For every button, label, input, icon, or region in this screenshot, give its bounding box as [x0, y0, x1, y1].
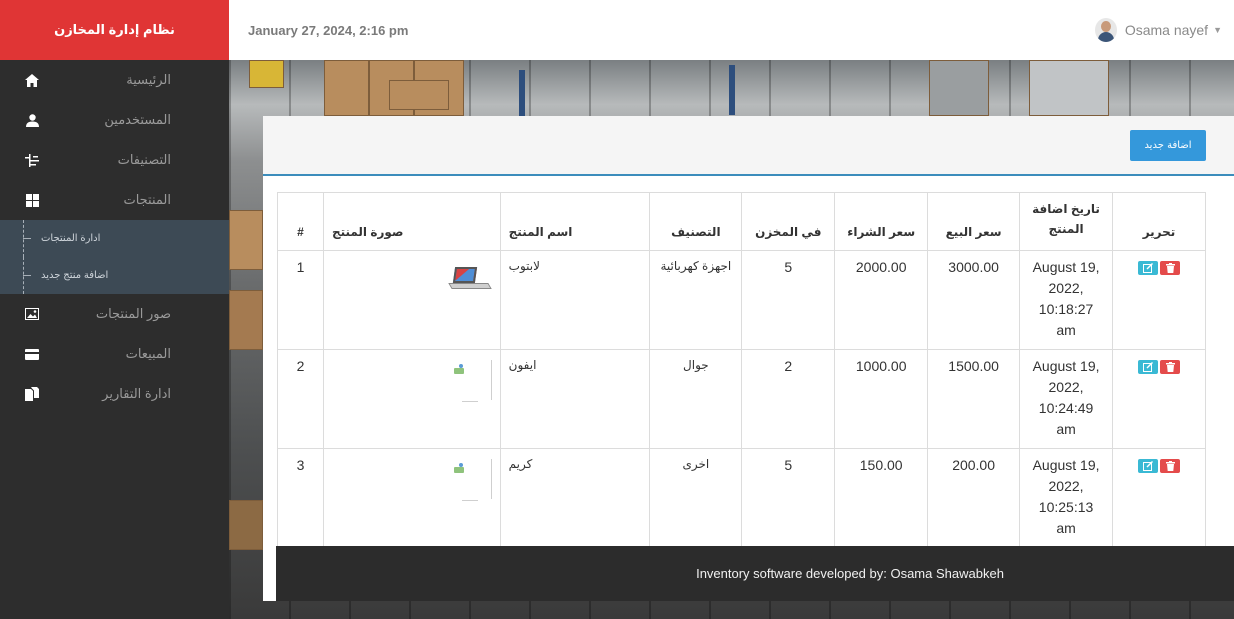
products-table: # صورة المنتج اسم المنتج التصنيف في المخ…: [277, 192, 1206, 548]
products-panel: اضافة جديد # صورة المنتج اسم المنتج التص…: [263, 116, 1234, 601]
sidebar: نظام إدارة المخازن الرئيسية المستخدمين ا…: [0, 0, 229, 619]
submenu-item-manage-products[interactable]: ادارة المنتجات: [0, 220, 229, 257]
app-title: نظام إدارة المخازن: [0, 0, 229, 60]
sidebar-item-label: التصنيفات: [117, 152, 171, 167]
submenu-item-add-product[interactable]: اضافة منتج جديد: [0, 257, 229, 294]
cell-category: اجهزة كهربائية: [649, 250, 743, 350]
top-bar: January 27, 2024, 2:16 pm Osama nayef ▼: [229, 0, 1234, 60]
trash-icon[interactable]: [1160, 459, 1180, 473]
cell-image: [322, 250, 501, 350]
cell-actions: [1112, 250, 1206, 350]
cell-category: اخرى: [649, 448, 743, 548]
col-header-category: التصنيف: [649, 192, 743, 251]
product-image-laptop: [447, 267, 492, 295]
sidebar-item-categories[interactable]: التصنيفات: [0, 140, 229, 180]
cell-buy-price: 1000.00: [834, 349, 929, 449]
sidebar-item-label: الرئيسية: [126, 72, 171, 87]
col-header-buy-price: سعر الشراء: [834, 192, 929, 251]
cell-sell-price: 1500.00: [927, 349, 1021, 449]
panel-header: اضافة جديد: [263, 116, 1234, 176]
col-header-image: صورة المنتج: [322, 192, 501, 251]
broken-image-icon: [448, 457, 492, 501]
cell-date-added: August 19, 2022, 10:25:13 am: [1019, 448, 1114, 548]
sidebar-item-sales[interactable]: المبيعات: [0, 334, 229, 374]
col-header-date-added: تاريخ اضافة المنتج: [1019, 192, 1114, 251]
trash-icon[interactable]: [1160, 261, 1180, 275]
cell-name: ايفون: [499, 349, 651, 449]
add-new-button[interactable]: اضافة جديد: [1130, 130, 1206, 161]
user-menu[interactable]: Osama nayef ▼: [1094, 18, 1222, 42]
tree-icon: [24, 152, 40, 168]
edit-icon[interactable]: [1138, 360, 1158, 374]
edit-icon[interactable]: [1138, 459, 1158, 473]
cell-name: كريم: [499, 448, 651, 548]
current-datetime: January 27, 2024, 2:16 pm: [248, 22, 409, 38]
cell-buy-price: 150.00: [834, 448, 929, 548]
trash-icon[interactable]: [1160, 360, 1180, 374]
submenu-item-label: اضافة منتج جديد: [41, 270, 109, 281]
col-header-image-label: صورة المنتج: [331, 225, 404, 239]
cell-actions: [1112, 448, 1206, 548]
user-icon: [24, 112, 40, 128]
cell-buy-price: 2000.00: [834, 250, 929, 350]
sidebar-item-label: المستخدمين: [104, 112, 171, 127]
table-row: 3 كريم اخرى 5 150.00 200.00 August 19, 2…: [277, 448, 1206, 548]
col-header-name-label: اسم المنتج: [508, 225, 573, 239]
footer: Inventory software developed by: Osama S…: [276, 546, 1234, 601]
col-header-sell-price: سعر البيع: [927, 192, 1021, 251]
col-header-stock: في المخزن: [741, 192, 836, 251]
cell-sell-price: 3000.00: [927, 250, 1021, 350]
user-name: Osama nayef: [1124, 22, 1209, 38]
sidebar-item-reports[interactable]: ادارة التقارير: [0, 374, 229, 414]
sidebar-item-label: المبيعات: [125, 346, 171, 361]
cell-actions: [1112, 349, 1206, 449]
table-row: 2 ايفون جوال 2 1000.00 1500.00 August 19…: [277, 349, 1206, 449]
avatar: [1094, 18, 1117, 42]
cell-num: 1: [277, 250, 324, 350]
cell-num: 3: [277, 448, 324, 548]
table-row: 1 لابتوب اجهزة كهربائية 5 2000.00 3000.0…: [277, 250, 1206, 350]
cell-num: 2: [277, 349, 324, 449]
cell-stock: 2: [741, 349, 836, 449]
col-header-edit: تحرير: [1112, 192, 1206, 251]
cell-sell-price: 200.00: [927, 448, 1021, 548]
col-header-num: #: [277, 192, 324, 251]
image-icon: [24, 306, 40, 322]
sidebar-item-product-images[interactable]: صور المنتجات: [0, 294, 229, 334]
sidebar-item-home[interactable]: الرئيسية: [0, 60, 229, 100]
cell-stock: 5: [741, 448, 836, 548]
col-header-name: اسم المنتج: [499, 192, 651, 251]
sidebar-item-label: المنتجات: [123, 192, 171, 207]
cell-image: [322, 349, 501, 449]
files-icon: [24, 386, 40, 402]
broken-image-icon: [448, 358, 492, 402]
table-header-row: # صورة المنتج اسم المنتج التصنيف في المخ…: [277, 192, 1206, 251]
cell-category: جوال: [649, 349, 743, 449]
sidebar-item-label: ادارة التقارير: [102, 386, 171, 401]
sidebar-item-users[interactable]: المستخدمين: [0, 100, 229, 140]
submenu-item-label: ادارة المنتجات: [41, 233, 101, 244]
home-icon: [24, 72, 40, 88]
edit-icon[interactable]: [1138, 261, 1158, 275]
cell-name: لابتوب: [499, 250, 651, 350]
chevron-down-icon: ▼: [1213, 25, 1222, 35]
cell-date-added: August 19, 2022, 10:18:27 am: [1019, 250, 1114, 350]
sidebar-item-products[interactable]: المنتجات: [0, 180, 229, 220]
card-icon: [24, 346, 40, 362]
cell-image: [322, 448, 501, 548]
products-submenu: ادارة المنتجات اضافة منتج جديد: [0, 220, 229, 294]
grid-icon: [24, 192, 40, 208]
cell-date-added: August 19, 2022, 10:24:49 am: [1019, 349, 1114, 449]
sidebar-item-label: صور المنتجات: [95, 306, 171, 321]
footer-credit: Inventory software developed by: Osama S…: [696, 566, 1004, 581]
cell-stock: 5: [741, 250, 836, 350]
